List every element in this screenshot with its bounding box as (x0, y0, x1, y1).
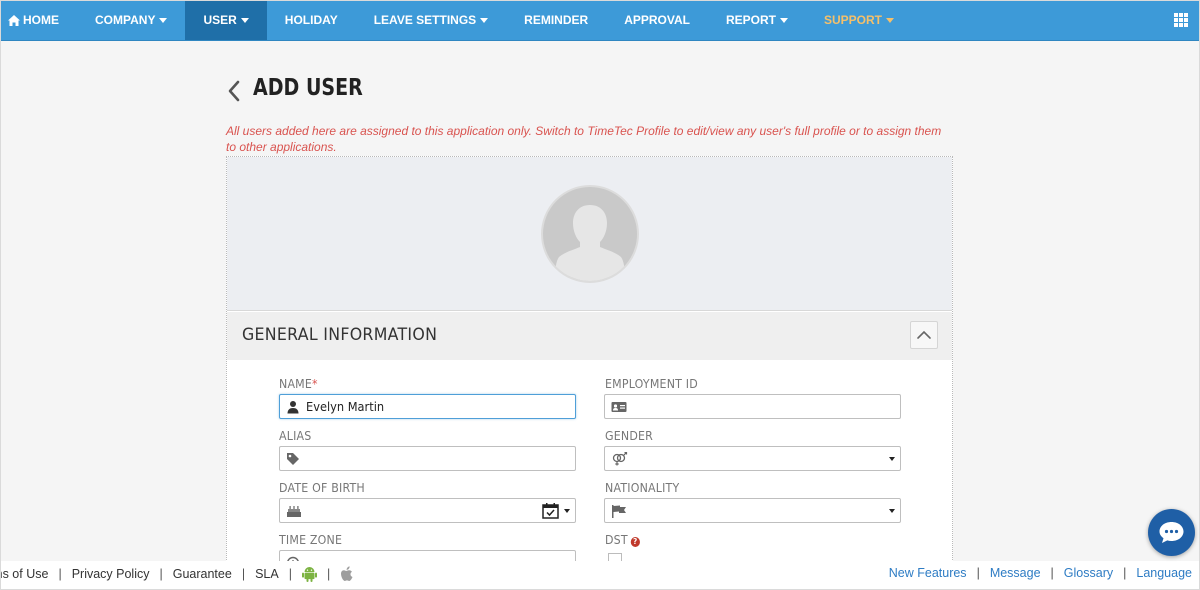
sla-link[interactable]: SLA (255, 567, 279, 581)
nationality-select[interactable] (604, 498, 901, 523)
alias-label: ALIAS (279, 429, 312, 443)
nationality-label: NATIONALITY (605, 481, 680, 495)
separator: | (159, 567, 163, 581)
tag-icon (287, 453, 299, 465)
separator: | (288, 567, 292, 581)
section-title: GENERAL INFORMATION (242, 325, 438, 345)
name-value: Evelyn Martin (306, 400, 385, 414)
nav-user-label: USER (203, 13, 237, 27)
privacy-policy-link[interactable]: Privacy Policy (72, 567, 150, 581)
caret-down-icon (889, 509, 895, 513)
nav-leave-settings-label: LEAVE SETTINGS (373, 13, 477, 27)
terms-of-use-link[interactable]: rms of Use (0, 567, 48, 581)
nav-home[interactable]: HOME (0, 0, 77, 40)
name-field[interactable]: Evelyn Martin (279, 394, 576, 419)
caret-down-icon (480, 17, 489, 23)
caret-down-icon (159, 17, 168, 23)
calendar-check-icon[interactable] (542, 502, 559, 519)
footer-left-links: rms of Use | Privacy Policy | Guarantee … (0, 566, 354, 582)
caret-down-icon (886, 17, 895, 23)
nav-home-label: HOME (23, 13, 59, 27)
nav-company[interactable]: COMPANY (77, 0, 185, 40)
guarantee-link[interactable]: Guarantee (173, 567, 232, 581)
nav-report-label: REPORT (725, 13, 776, 27)
glossary-link[interactable]: Glossary (1064, 566, 1113, 580)
separator: | (241, 567, 246, 581)
nav-report[interactable]: REPORT (708, 0, 806, 40)
page-title: ADD USER (253, 75, 363, 101)
separator: | (1123, 566, 1127, 580)
add-user-card: GENERAL INFORMATION NAME* Evelyn Martin … (226, 156, 953, 576)
footer: rms of Use | Privacy Policy | Guarantee … (0, 561, 1200, 590)
assignment-notice: All users added here are assigned to thi… (226, 124, 942, 154)
home-icon (8, 14, 20, 26)
employment-id-field[interactable] (604, 394, 901, 419)
general-information-header[interactable]: GENERAL INFORMATION (227, 312, 952, 360)
chat-button[interactable] (1148, 509, 1195, 556)
caret-down-icon (564, 509, 570, 513)
nav-user[interactable]: USER (185, 0, 267, 40)
nav-reminder[interactable]: REMINDER (506, 0, 606, 40)
separator: | (976, 566, 980, 580)
nav-holiday-label: HOLIDAY (284, 13, 338, 27)
gender-icon (612, 452, 628, 466)
caret-down-icon (780, 17, 788, 23)
chevron-up-icon (917, 330, 931, 339)
nav-approval[interactable]: APPROVAL (606, 0, 708, 40)
android-icon[interactable] (301, 566, 317, 582)
apps-grid-icon[interactable] (1174, 13, 1188, 27)
flag-icon (612, 505, 626, 518)
top-navbar: HOME COMPANY USER HOLIDAY LEAVE SETTINGS… (0, 0, 1200, 41)
apple-icon[interactable] (340, 566, 354, 582)
chat-bubble-icon (1159, 522, 1184, 543)
chevron-left-icon[interactable] (226, 80, 242, 102)
time-zone-label: TIME ZONE (279, 533, 343, 547)
separator: | (1050, 566, 1054, 580)
gender-select[interactable] (604, 446, 901, 471)
user-icon (287, 401, 299, 414)
avatar[interactable] (541, 185, 639, 283)
nav-support-label: SUPPORT (824, 13, 883, 27)
nav-leave-settings[interactable]: LEAVE SETTINGS (356, 0, 506, 40)
avatar-area (227, 157, 952, 311)
nav-approval-label: APPROVAL (624, 13, 690, 27)
birthday-cake-icon (287, 506, 301, 517)
dob-field[interactable] (279, 498, 576, 523)
caret-down-icon (240, 17, 249, 23)
separator: | (326, 567, 331, 581)
dob-label: DATE OF BIRTH (279, 481, 365, 495)
language-link[interactable]: Language (1136, 566, 1192, 580)
nav-support[interactable]: SUPPORT (806, 0, 912, 40)
name-label: NAME* (279, 377, 318, 391)
dst-label: DST? (605, 533, 640, 547)
help-icon[interactable]: ? (630, 537, 640, 547)
footer-right-links: New Features | Message | Glossary | Lang… (889, 566, 1192, 580)
required-marker: * (312, 377, 318, 391)
collapse-button[interactable] (910, 321, 938, 349)
nav-company-label: COMPANY (95, 13, 156, 27)
employment-id-label: EMPLOYMENT ID (605, 377, 698, 391)
id-card-icon (611, 402, 627, 412)
name-label-text: NAME (279, 377, 313, 391)
dst-label-text: DST (605, 533, 628, 547)
user-silhouette-icon (555, 205, 625, 281)
nav-holiday[interactable]: HOLIDAY (267, 0, 356, 40)
gender-label: GENDER (605, 429, 654, 443)
separator: | (58, 567, 62, 581)
nav-reminder-label: REMINDER (524, 13, 589, 27)
message-link[interactable]: Message (990, 566, 1041, 580)
new-features-link[interactable]: New Features (889, 566, 967, 580)
alias-field[interactable] (279, 446, 576, 471)
caret-down-icon (889, 457, 895, 461)
